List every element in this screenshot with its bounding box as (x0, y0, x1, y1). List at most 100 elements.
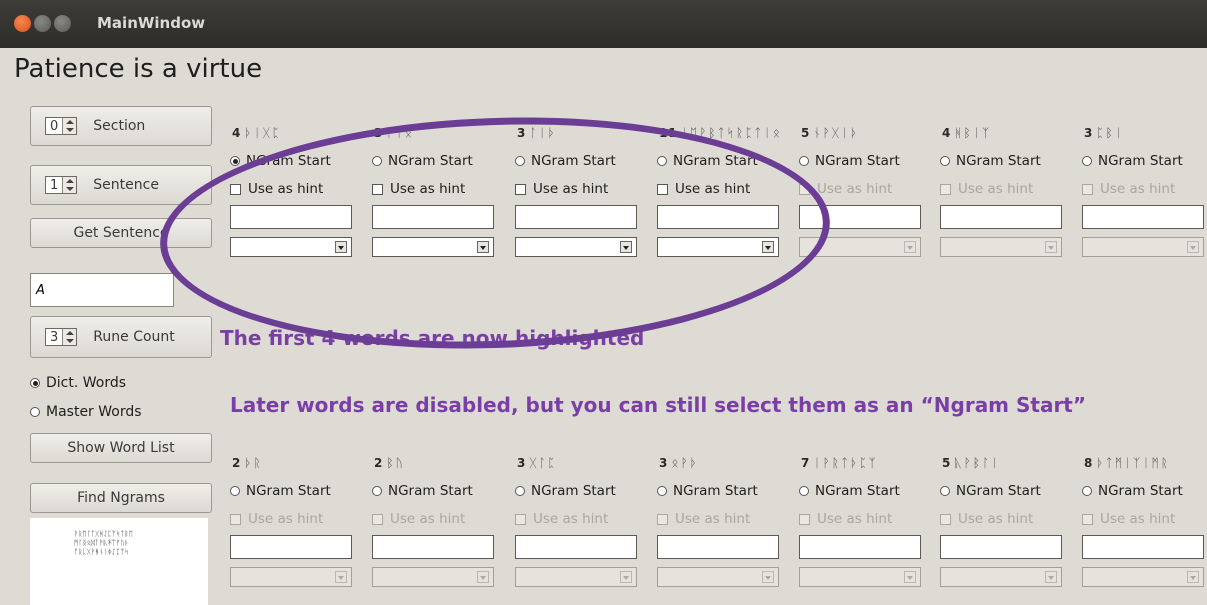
use-as-hint-checkbox[interactable]: Use as hint (940, 181, 1033, 197)
word-combo[interactable] (230, 237, 352, 257)
use-as-hint-checkbox[interactable]: Use as hint (230, 511, 323, 527)
word-combo[interactable] (657, 237, 779, 257)
chevron-down-icon[interactable] (335, 571, 347, 583)
section-button[interactable]: 0 Section (30, 106, 212, 146)
row1-word-column-7: 3 ᛈᛒᛁ NGram Start Use as hint (1082, 126, 1207, 257)
word-input[interactable] (230, 535, 352, 559)
word-combo[interactable] (372, 567, 494, 587)
checkbox-icon (1082, 513, 1093, 525)
spin-arrows-icon[interactable] (62, 329, 77, 345)
radio-icon (799, 156, 809, 166)
close-icon[interactable] (14, 15, 31, 32)
word-combo[interactable] (230, 567, 352, 587)
sentence-button[interactable]: 1 Sentence (30, 165, 212, 205)
minimize-icon[interactable] (34, 15, 51, 32)
chevron-down-icon[interactable] (335, 241, 347, 253)
word-combo[interactable] (940, 567, 1062, 587)
word-header: 8 ᚦᛏᛗᛁᛉᛁᛗᚱ (1084, 456, 1170, 470)
word-combo[interactable] (940, 237, 1062, 257)
chevron-down-icon[interactable] (1187, 241, 1199, 253)
word-input[interactable] (657, 205, 779, 229)
ngram-start-radio[interactable]: NGram Start (799, 153, 900, 169)
word-input[interactable] (799, 205, 921, 229)
word-input[interactable] (230, 205, 352, 229)
checkbox-icon (657, 513, 668, 525)
word-input[interactable] (372, 535, 494, 559)
use-as-hint-checkbox[interactable]: Use as hint (230, 181, 323, 197)
checkbox-icon (657, 183, 668, 195)
ngram-start-radio[interactable]: NGram Start (230, 483, 331, 499)
word-input[interactable] (657, 535, 779, 559)
ngram-start-radio[interactable]: NGram Start (515, 153, 616, 169)
word-combo[interactable] (515, 567, 637, 587)
ngram-start-radio[interactable]: NGram Start (230, 153, 331, 169)
use-as-hint-checkbox[interactable]: Use as hint (515, 511, 608, 527)
use-as-hint-checkbox[interactable]: Use as hint (799, 511, 892, 527)
chevron-down-icon[interactable] (477, 241, 489, 253)
ngram-start-radio[interactable]: NGram Start (940, 153, 1041, 169)
use-as-hint-checkbox[interactable]: Use as hint (940, 511, 1033, 527)
word-header: 3 ᛚᛁᚦ (517, 126, 557, 140)
spin-arrows-icon[interactable] (62, 177, 77, 193)
word-input[interactable] (799, 535, 921, 559)
ngram-start-radio[interactable]: NGram Start (1082, 153, 1183, 169)
show-word-list-button[interactable]: Show Word List (30, 433, 212, 463)
use-as-hint-checkbox[interactable]: Use as hint (657, 511, 750, 527)
use-as-hint-checkbox[interactable]: Use as hint (372, 511, 465, 527)
ngram-start-radio[interactable]: NGram Start (799, 483, 900, 499)
ngram-start-radio[interactable]: NGram Start (657, 153, 758, 169)
word-combo[interactable] (1082, 567, 1204, 587)
word-combo[interactable] (372, 237, 494, 257)
chevron-down-icon[interactable] (620, 241, 632, 253)
row2-word-column-2: 2 ᛒᚢ NGram Start Use as hint (372, 456, 507, 587)
chevron-down-icon[interactable] (762, 571, 774, 583)
ngram-start-radio[interactable]: NGram Start (515, 483, 616, 499)
chevron-down-icon[interactable] (1045, 571, 1057, 583)
ngram-start-radio[interactable]: NGram Start (372, 483, 473, 499)
word-combo[interactable] (799, 237, 921, 257)
radio-checked-icon (30, 378, 40, 388)
use-as-hint-checkbox[interactable]: Use as hint (372, 181, 465, 197)
find-ngrams-button[interactable]: Find Ngrams (30, 483, 212, 513)
section-label: Section (93, 118, 146, 134)
ngram-start-radio[interactable]: NGram Start (1082, 483, 1183, 499)
chevron-down-icon[interactable] (762, 241, 774, 253)
word-combo[interactable] (799, 567, 921, 587)
chevron-down-icon[interactable] (904, 571, 916, 583)
chevron-down-icon[interactable] (1045, 241, 1057, 253)
section-spinbox[interactable]: 0 (45, 117, 78, 135)
dict-words-radio[interactable]: Dict. Words (30, 375, 126, 391)
chevron-down-icon[interactable] (1187, 571, 1199, 583)
rune-count-spinbox[interactable]: 3 (45, 328, 78, 346)
word-input[interactable] (1082, 205, 1204, 229)
use-as-hint-checkbox[interactable]: Use as hint (1082, 511, 1175, 527)
use-as-hint-checkbox[interactable]: Use as hint (799, 181, 892, 197)
chevron-down-icon[interactable] (620, 571, 632, 583)
word-input[interactable] (1082, 535, 1204, 559)
word-input[interactable] (515, 205, 637, 229)
use-as-hint-checkbox[interactable]: Use as hint (1082, 181, 1175, 197)
spin-arrows-icon[interactable] (62, 118, 77, 134)
text-input[interactable]: A (30, 273, 174, 307)
master-words-radio[interactable]: Master Words (30, 404, 142, 420)
word-input[interactable] (940, 205, 1062, 229)
word-combo[interactable] (515, 237, 637, 257)
word-combo[interactable] (657, 567, 779, 587)
ngram-start-radio[interactable]: NGram Start (940, 483, 1041, 499)
word-input[interactable] (372, 205, 494, 229)
rune-count-button[interactable]: 3 Rune Count (30, 316, 212, 358)
use-as-hint-checkbox[interactable]: Use as hint (515, 181, 608, 197)
ngram-start-radio[interactable]: NGram Start (657, 483, 758, 499)
ngram-start-radio[interactable]: NGram Start (372, 153, 473, 169)
chevron-down-icon[interactable] (904, 241, 916, 253)
get-sentence-button[interactable]: Get Sentence (30, 218, 212, 248)
word-header: 2 ᛒᚢ (374, 456, 405, 470)
checkbox-icon (372, 183, 383, 195)
sentence-spinbox[interactable]: 1 (45, 176, 78, 194)
word-input[interactable] (515, 535, 637, 559)
word-input[interactable] (940, 535, 1062, 559)
use-as-hint-checkbox[interactable]: Use as hint (657, 181, 750, 197)
maximize-icon[interactable] (54, 15, 71, 32)
word-combo[interactable] (1082, 237, 1204, 257)
chevron-down-icon[interactable] (477, 571, 489, 583)
